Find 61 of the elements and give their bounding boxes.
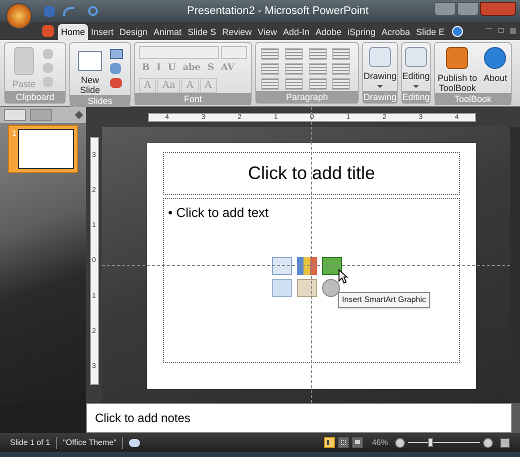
font-size-field[interactable] xyxy=(221,46,247,59)
ribbon-tab[interactable]: Add-In xyxy=(280,24,312,40)
undo-icon[interactable] xyxy=(63,6,74,16)
ribbon-button[interactable]: About xyxy=(482,47,509,93)
scrollbar[interactable] xyxy=(510,127,520,403)
new-slide-icon xyxy=(78,51,102,71)
title-text: Click to add title xyxy=(248,162,376,185)
sorter-view-button[interactable] xyxy=(338,437,349,448)
notes-text: Click to add notes xyxy=(95,410,190,427)
group-label: Paragraph xyxy=(256,91,358,103)
font-name-field[interactable] xyxy=(139,46,220,59)
bullets-icon[interactable] xyxy=(261,48,279,60)
window-title: Presentation2 - Microsoft PowerPoint xyxy=(187,4,369,19)
cursor-icon xyxy=(338,269,348,284)
theme-name: "Office Theme" xyxy=(57,436,124,448)
slider-thumb[interactable] xyxy=(428,438,434,447)
ribbon-tab[interactable]: Acroba xyxy=(378,24,414,40)
maximize-icon[interactable] xyxy=(457,2,479,16)
caret-icon xyxy=(413,85,419,88)
layout-icon[interactable] xyxy=(110,49,123,59)
office-button[interactable] xyxy=(6,3,32,29)
zoom-in-icon[interactable] xyxy=(483,438,493,448)
new-slide-button[interactable]: New Slide xyxy=(74,47,106,95)
slide-show-button[interactable] xyxy=(352,437,363,448)
caret-icon xyxy=(377,85,383,88)
group-label: Clipboard xyxy=(5,91,65,103)
tooltip: Insert SmartArt Graphic xyxy=(338,292,430,308)
ribbon-tab[interactable]: Adobe xyxy=(312,24,345,40)
table-icon[interactable] xyxy=(272,257,292,275)
outline-tab[interactable] xyxy=(30,109,52,121)
slide-count: Slide 1 of 1 xyxy=(10,436,58,448)
zoom-out-icon[interactable] xyxy=(395,438,405,448)
content-placeholder[interactable]: • Click to add text Insert SmartArt Graphic xyxy=(163,198,460,363)
slide-number: 1 xyxy=(12,129,16,140)
normal-view-button[interactable] xyxy=(324,437,335,448)
ribbon-tab[interactable]: Slide E xyxy=(413,24,448,40)
thumbnail-image xyxy=(18,129,74,169)
group-label: Editing xyxy=(402,91,430,103)
ribbon-tab[interactable]: Slide S xyxy=(184,24,220,40)
group-label: Slides xyxy=(70,95,130,107)
group-label: ToolBook xyxy=(435,93,511,105)
group-label: Font xyxy=(135,93,251,105)
ribbon-tab[interactable]: View xyxy=(254,24,280,40)
ribbon-tab[interactable]: iSpring xyxy=(344,24,379,40)
ribbon-button[interactable]: Editing xyxy=(402,47,430,88)
title-placeholder[interactable]: Click to add title xyxy=(163,152,460,195)
ribbon-tab[interactable]: Animat xyxy=(150,24,185,40)
minimize-icon[interactable] xyxy=(434,2,456,16)
ribbon-tab[interactable]: Insert xyxy=(88,24,117,40)
slides-tab[interactable] xyxy=(4,109,26,121)
ribbon-tab[interactable]: Home xyxy=(58,24,88,40)
notes-pane[interactable]: Click to add notes xyxy=(86,403,512,433)
ribbon-button[interactable]: Drawing xyxy=(364,47,397,88)
ribbon-tab[interactable]: Design xyxy=(116,24,151,40)
ribbon-button[interactable]: Publish to ToolBook xyxy=(437,47,478,93)
body-text: • Click to add text xyxy=(168,205,269,220)
zoom-level: 46% xyxy=(372,436,388,448)
chart-icon[interactable] xyxy=(297,257,317,275)
ribbon-tab[interactable]: Review xyxy=(219,24,255,40)
group-label: Drawing xyxy=(363,91,397,103)
restore-icon[interactable] xyxy=(498,28,504,33)
